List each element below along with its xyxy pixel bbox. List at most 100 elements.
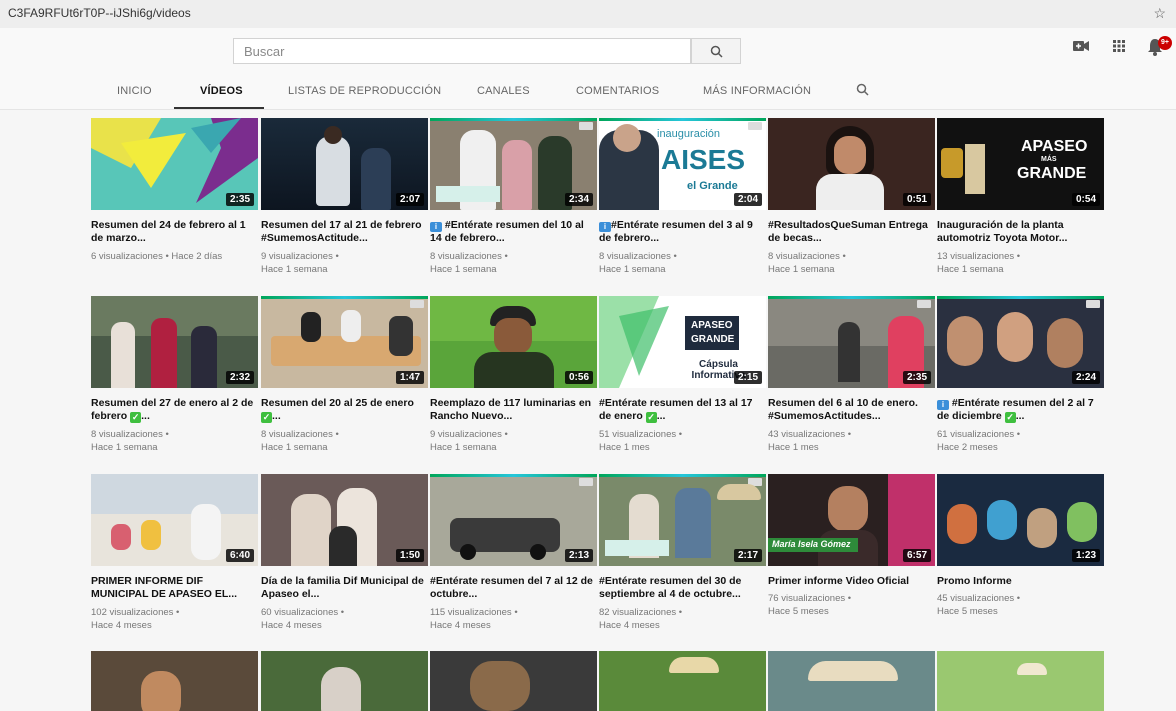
video-thumbnail[interactable]: APASEO GRANDE Cápsula Informativa 2:15 bbox=[599, 296, 766, 388]
video-title[interactable]: Resumen del 6 al 10 de enero. #SumemosAc… bbox=[768, 397, 933, 423]
video-card[interactable]: 0:51 #ResultadosQueSuman Entrega de beca… bbox=[768, 118, 935, 293]
video-duration: 2:04 bbox=[733, 193, 762, 206]
video-card[interactable]: María Isela Gómez 6:57 Primer informe Vi… bbox=[768, 474, 935, 649]
video-thumbnail[interactable]: 2:17 bbox=[599, 474, 766, 566]
video-card[interactable]: 2:35 Resumen del 24 de febrero al 1 de m… bbox=[91, 118, 258, 293]
video-title[interactable]: #Entérate resumen del 7 al 12 de octubre… bbox=[430, 575, 595, 601]
video-thumbnail[interactable]: inauguración AISES el Grande 2:04 bbox=[599, 118, 766, 210]
video-title[interactable]: Primer informe Video Oficial bbox=[768, 575, 933, 588]
thumbnail-accent-bar bbox=[937, 296, 1104, 299]
top-bar: Buscar 9+ bbox=[0, 28, 1176, 74]
video-thumbnail[interactable]: 0:56 bbox=[430, 296, 597, 388]
video-card[interactable]: APASEO MÁS GRANDE 0:54 Inauguración de l… bbox=[937, 118, 1104, 293]
tab-videos[interactable]: VÍDEOS bbox=[200, 85, 243, 97]
video-thumbnail[interactable]: 2:24 bbox=[937, 296, 1104, 388]
thumbnail-brand-line3: GRANDE bbox=[1017, 165, 1087, 182]
video-card[interactable]: 1:50 Día de la familia Dif Municipal de … bbox=[261, 474, 428, 649]
video-card[interactable] bbox=[261, 651, 428, 711]
video-card[interactable]: 2:34 i #Entérate resumen del 10 al 14 de… bbox=[430, 118, 597, 293]
thumbnail-brand-line2: MÁS bbox=[1041, 156, 1057, 163]
address-bar[interactable]: C3FA9RFUt6rT0P--iJShi6g/videos ☆ bbox=[0, 0, 1176, 28]
video-thumbnail[interactable]: 1:47 bbox=[261, 296, 428, 388]
channel-search-icon[interactable] bbox=[856, 83, 869, 96]
video-card[interactable]: 2:07 Resumen del 17 al 21 de febrero #Su… bbox=[261, 118, 428, 293]
video-card[interactable]: 2:24 i #Entérate resumen del 2 al 7 de d… bbox=[937, 296, 1104, 471]
tab-comentarios[interactable]: COMENTARIOS bbox=[576, 85, 659, 97]
check-icon: ✓ bbox=[261, 412, 272, 423]
video-card[interactable]: APASEO GRANDE Cápsula Informativa 2:15 #… bbox=[599, 296, 766, 471]
video-views: 51 visualizaciones • bbox=[599, 429, 683, 440]
video-card[interactable] bbox=[599, 651, 766, 711]
video-title-text: #Entérate resumen del 3 al 9 de febrero.… bbox=[599, 219, 753, 244]
video-card[interactable] bbox=[768, 651, 935, 711]
video-card[interactable]: inauguración AISES el Grande 2:04 i #Enté… bbox=[599, 118, 766, 293]
video-title[interactable]: PRIMER INFORME DIF MUNICIPAL DE APASEO E… bbox=[91, 575, 256, 601]
video-thumbnail[interactable]: 6:40 bbox=[91, 474, 258, 566]
tab-inicio[interactable]: INICIO bbox=[117, 85, 152, 97]
video-card[interactable] bbox=[91, 651, 258, 711]
video-title[interactable]: Día de la familia Dif Municipal de Apase… bbox=[261, 575, 426, 601]
video-title[interactable]: Resumen del 27 de enero al 2 de febrero … bbox=[91, 397, 256, 423]
tab-listas[interactable]: LISTAS DE REPRODUCCIÓN bbox=[288, 85, 441, 97]
video-title[interactable]: Resumen del 24 de febrero al 1 de marzo.… bbox=[91, 219, 256, 245]
video-thumbnail[interactable]: 2:35 bbox=[91, 118, 258, 210]
video-title[interactable]: Promo Informe bbox=[937, 575, 1102, 588]
url-text[interactable]: C3FA9RFUt6rT0P--iJShi6g/videos bbox=[8, 6, 191, 20]
video-thumbnail[interactable]: 2:34 bbox=[430, 118, 597, 210]
video-duration: 2:17 bbox=[733, 549, 762, 562]
video-title[interactable]: Reemplazo de 117 luminarias en Rancho Nu… bbox=[430, 397, 595, 423]
video-thumbnail[interactable] bbox=[430, 651, 597, 711]
video-camera-icon[interactable] bbox=[1073, 40, 1089, 52]
video-thumbnail[interactable]: 2:35 bbox=[768, 296, 935, 388]
video-thumbnail[interactable]: 2:07 bbox=[261, 118, 428, 210]
video-title[interactable]: Inauguración de la planta automotriz Toy… bbox=[937, 219, 1102, 245]
search-input[interactable]: Buscar bbox=[233, 38, 691, 64]
star-icon[interactable]: ☆ bbox=[1153, 5, 1166, 22]
video-duration: 2:35 bbox=[902, 371, 931, 384]
tab-mas-informacion[interactable]: MÁS INFORMACIÓN bbox=[703, 85, 811, 97]
video-card[interactable]: 0:56 Reemplazo de 117 luminarias en Ranc… bbox=[430, 296, 597, 471]
video-card[interactable]: 2:13 #Entérate resumen del 7 al 12 de oc… bbox=[430, 474, 597, 649]
video-title[interactable]: #Entérate resumen del 13 al 17 de enero … bbox=[599, 397, 764, 423]
thumbnail-caption: María Isela Gómez bbox=[772, 539, 851, 549]
search-button[interactable] bbox=[691, 38, 741, 64]
video-title[interactable]: i #Entérate resumen del 2 al 7 de diciem… bbox=[937, 397, 1102, 423]
video-views: 8 visualizaciones • bbox=[768, 251, 846, 262]
video-card[interactable]: 1:47 Resumen del 20 al 25 de enero ✓... … bbox=[261, 296, 428, 471]
video-age: Hace 5 meses bbox=[768, 606, 829, 617]
video-card[interactable]: 6:40 PRIMER INFORME DIF MUNICIPAL DE APA… bbox=[91, 474, 258, 649]
video-card[interactable] bbox=[937, 651, 1104, 711]
video-views: 8 visualizaciones • bbox=[599, 251, 677, 262]
video-thumbnail[interactable]: APASEO MÁS GRANDE 0:54 bbox=[937, 118, 1104, 210]
video-title[interactable]: i #Entérate resumen del 3 al 9 de febrero… bbox=[599, 219, 764, 245]
video-title[interactable]: #ResultadosQueSuman Entrega de becas... bbox=[768, 219, 933, 245]
video-title[interactable]: i #Entérate resumen del 10 al 14 de febr… bbox=[430, 219, 595, 245]
video-card[interactable]: 2:32 Resumen del 27 de enero al 2 de feb… bbox=[91, 296, 258, 471]
video-thumbnail[interactable]: 2:32 bbox=[91, 296, 258, 388]
video-card[interactable] bbox=[430, 651, 597, 711]
video-views: 8 visualizaciones • bbox=[430, 251, 508, 262]
video-thumbnail[interactable]: 0:51 bbox=[768, 118, 935, 210]
video-title-text: #Entérate resumen del 2 al 7 de diciembr… bbox=[937, 397, 1094, 422]
video-thumbnail[interactable]: 2:13 bbox=[430, 474, 597, 566]
video-duration: 2:35 bbox=[225, 193, 254, 206]
video-card[interactable]: 2:35 Resumen del 6 al 10 de enero. #Sume… bbox=[768, 296, 935, 471]
video-thumbnail[interactable] bbox=[768, 651, 935, 711]
video-thumbnail[interactable] bbox=[599, 651, 766, 711]
video-card[interactable]: 2:17 #Entérate resumen del 30 de septiem… bbox=[599, 474, 766, 649]
video-title[interactable]: Resumen del 17 al 21 de febrero #Sumemos… bbox=[261, 219, 426, 245]
video-thumbnail[interactable]: 1:50 bbox=[261, 474, 428, 566]
video-age: Hace 4 meses bbox=[261, 620, 322, 631]
info-icon: i bbox=[599, 222, 611, 232]
video-title[interactable]: #Entérate resumen del 30 de septiembre a… bbox=[599, 575, 764, 601]
apps-grid-icon[interactable] bbox=[1113, 40, 1125, 52]
video-card[interactable]: 1:23 Promo Informe 45 visualizaciones • … bbox=[937, 474, 1104, 649]
video-thumbnail[interactable]: 1:23 bbox=[937, 474, 1104, 566]
video-title[interactable]: Resumen del 20 al 25 de enero ✓... bbox=[261, 397, 426, 423]
tab-canales[interactable]: CANALES bbox=[477, 85, 530, 97]
video-thumbnail[interactable] bbox=[937, 651, 1104, 711]
video-thumbnail[interactable] bbox=[91, 651, 258, 711]
video-duration: 2:24 bbox=[1071, 371, 1100, 384]
video-thumbnail[interactable] bbox=[261, 651, 428, 711]
video-thumbnail[interactable]: María Isela Gómez 6:57 bbox=[768, 474, 935, 566]
